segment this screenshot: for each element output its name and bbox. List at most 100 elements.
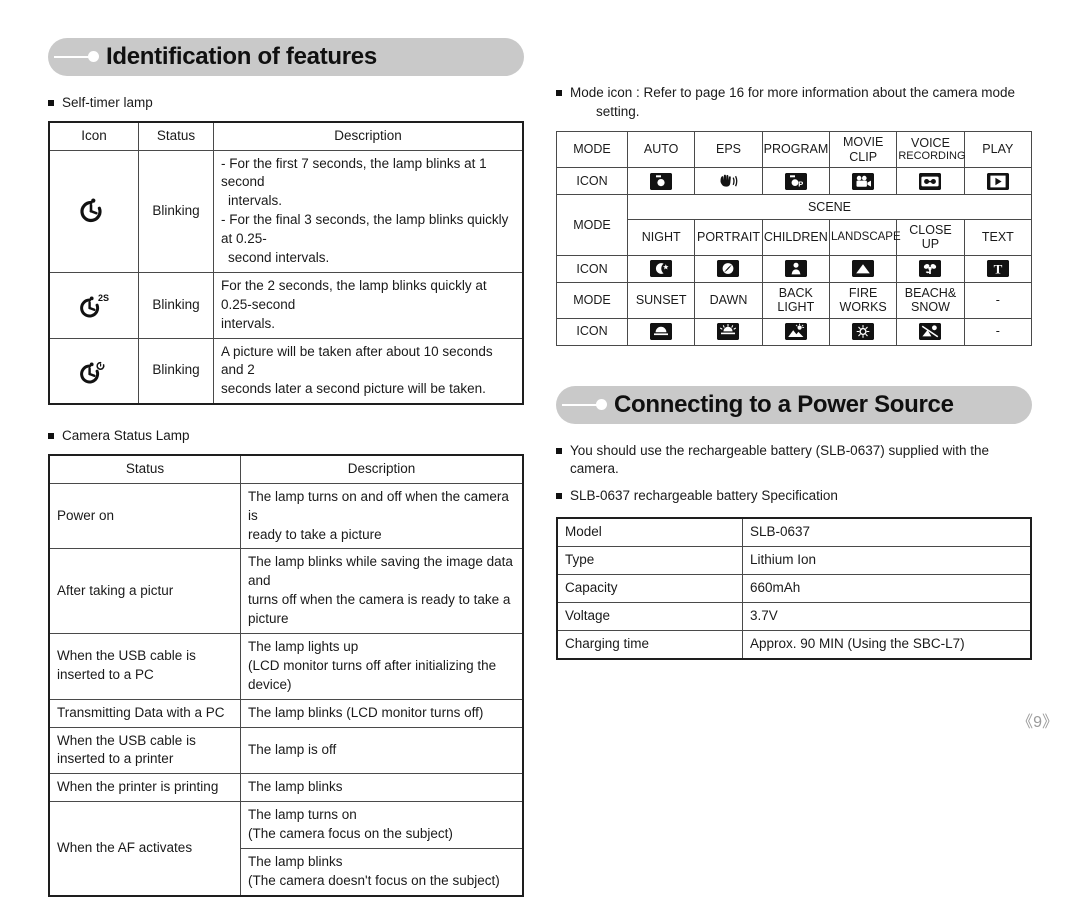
icon-cell-program: P: [761, 167, 830, 195]
table-row: Transmitting Data with a PC The lamp bli…: [48, 698, 524, 728]
play-icon: [986, 172, 1009, 190]
table-header-row: Icon Status Description: [48, 121, 524, 151]
spec-key: Type: [556, 546, 743, 576]
spec-value: 660mAh: [742, 574, 1032, 604]
mode-row-group3: MODE SUNSET DAWN BACK LIGHT FIRE WORKS B…: [556, 281, 1033, 319]
page-number: 《9》: [1017, 714, 1058, 731]
portrait-face-icon: [717, 260, 740, 278]
mode-cell-landscape: LANDSCAPE: [828, 219, 901, 256]
table-row: When the USB cable is inserted to a prin…: [48, 726, 524, 775]
scene-group-label: SCENE: [627, 194, 1032, 220]
camera-program-icon: P: [784, 172, 807, 190]
svg-text:2S: 2S: [98, 293, 109, 303]
spec-key: Charging time: [556, 629, 743, 660]
icon-cell-sunset: [626, 317, 696, 346]
heading-camera-status-lamp: Camera Status Lamp: [48, 427, 524, 446]
mode-cell-auto: AUTO: [626, 131, 696, 168]
col-header-status: Status: [48, 454, 241, 484]
fireworks-icon: [852, 323, 875, 340]
icon-cell-voice-recording: [896, 167, 965, 195]
status-label: When the AF activates: [48, 801, 241, 897]
status-label: Transmitting Data with a PC: [48, 698, 241, 728]
status-description: The lamp lights up (LCD monitor turns of…: [240, 632, 524, 700]
mode-row-group1: MODE AUTO EPS PROGRAM MOVIE CLIP VOICE R…: [556, 131, 1033, 168]
icon-row-group1: ICON P: [556, 167, 1033, 195]
row-label-icon: ICON: [556, 254, 628, 283]
mountain-icon: [852, 260, 875, 278]
note-battery-specification: SLB-0637 rechargeable battery Specificat…: [556, 487, 1032, 506]
spec-key: Model: [556, 517, 743, 548]
svg-text:T: T: [993, 262, 1002, 277]
mode-cell-children: CHILDREN: [761, 219, 830, 256]
banner-line-dot-icon: [556, 386, 614, 424]
table-header-row: Status Description: [48, 454, 524, 484]
status-description: The lamp turns on and off when the camer…: [240, 482, 524, 550]
mode-row-group2: NIGHT PORTRAIT CHILDREN LANDSCAPE CLOSE …: [557, 219, 1033, 256]
mode-cell-play: PLAY: [963, 131, 1033, 168]
hand-shake-icon: [717, 173, 739, 190]
self-timer-status: Blinking: [138, 337, 214, 405]
mode-cell-night: NIGHT: [626, 219, 696, 256]
mode-cell-sunset: SUNSET: [626, 281, 696, 319]
children-person-icon: [784, 260, 807, 278]
self-timer-double-icon-cell: [48, 337, 139, 405]
spec-value: SLB-0637: [742, 517, 1032, 548]
icon-cell-close-up: [896, 254, 965, 283]
mode-cell-empty: -: [963, 281, 1033, 319]
self-timer-2sec-icon: 2S: [77, 290, 111, 320]
status-description: The lamp blinks (LCD monitor turns off): [240, 698, 524, 728]
mode-cell-eps: EPS: [694, 131, 763, 168]
status-description: The lamp turns on (The camera focus on t…: [240, 801, 524, 849]
icon-cell-children: [761, 254, 830, 283]
status-label: After taking a pictur: [48, 548, 241, 634]
icon-cell-portrait: [694, 254, 763, 283]
icon-cell-landscape: [828, 254, 898, 283]
text-t-icon: T: [986, 260, 1009, 278]
movie-camera-icon: [852, 172, 875, 190]
table-row: When the USB cable is inserted to a PC T…: [48, 632, 524, 700]
icon-cell-eps: [694, 167, 763, 195]
section-banner-identification: Identification of features: [48, 38, 524, 76]
table-row: Model SLB-0637: [556, 517, 1032, 548]
mode-cell-portrait: PORTRAIT: [694, 219, 763, 256]
beach-snow-icon: [919, 323, 942, 340]
section-banner-power-source: Connecting to a Power Source: [556, 385, 1032, 424]
section-title-power-source: Connecting to a Power Source: [614, 390, 954, 418]
bullet-square-icon: [556, 90, 562, 96]
mode-cell-voice-recording: VOICE RECORDING: [896, 131, 966, 168]
col-header-status: Status: [138, 121, 214, 151]
icon-cell-play: [963, 167, 1033, 195]
table-row: After taking a pictur The lamp blinks wh…: [48, 548, 524, 634]
camera-mode-icon-table: MODE AUTO EPS PROGRAM MOVIE CLIP VOICE R…: [556, 131, 1033, 346]
heading-self-timer-lamp: Self-timer lamp: [48, 94, 524, 113]
self-timer-2sec-icon-cell: 2S: [48, 271, 139, 339]
table-row: When the printer is printing The lamp bl…: [48, 773, 524, 803]
icon-cell-beach-snow: [896, 317, 965, 346]
col-header-icon: Icon: [48, 121, 139, 151]
table-row: Type Lithium Ion: [556, 546, 1032, 576]
sunset-icon: [650, 323, 673, 340]
table-row: Charging time Approx. 90 MIN (Using the …: [556, 629, 1032, 660]
status-label: When the USB cable is inserted to a PC: [48, 632, 241, 700]
spec-value: 3.7V: [742, 602, 1032, 631]
backlight-icon: [784, 323, 807, 340]
icon-cell-night: [626, 254, 696, 283]
dawn-sun-icon: [717, 323, 740, 340]
table-row: Blinking - For the first 7 seconds, the …: [48, 149, 524, 273]
spec-value: Approx. 90 MIN (Using the SBC-L7): [742, 629, 1032, 660]
col-header-description: Description: [213, 121, 524, 151]
scene-header-row: MODE SCENE: [556, 194, 1032, 256]
mode-cell-program: PROGRAM: [761, 131, 830, 168]
table-row: When the AF activates The lamp turns on …: [48, 801, 524, 897]
table-row: Voltage 3.7V: [556, 602, 1032, 631]
icon-cell-fireworks: [828, 317, 898, 346]
spec-value: Lithium Ion: [742, 546, 1032, 576]
row-label-icon: ICON: [556, 317, 628, 346]
self-timer-description: A picture will be taken after about 10 s…: [213, 337, 524, 405]
row-label-icon: ICON: [556, 167, 628, 195]
table-row: Blinking A picture will be taken after a…: [48, 337, 524, 405]
mode-cell-movie-clip: MOVIE CLIP: [828, 131, 898, 168]
spec-key: Voltage: [556, 602, 743, 631]
bullet-square-icon: [48, 100, 54, 106]
svg-text:P: P: [798, 179, 803, 188]
